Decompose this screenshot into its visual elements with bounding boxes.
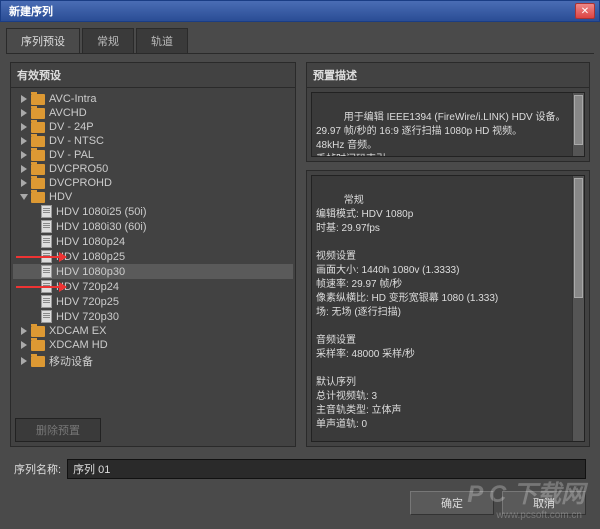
description-bottom-box: 常规 编辑模式: HDV 1080p 时基: 29.97fps 视频设置 画面大… [306,170,590,447]
scrollbar[interactable] [572,93,584,156]
tree-file[interactable]: HDV 1080i25 (50i) [13,204,293,219]
tree-item-label: DV - 24P [49,121,94,133]
tree-folder[interactable]: DV - NTSC [13,134,293,148]
description-top-box: 预置描述 用于编辑 IEEE1394 (FireWire/i.LINK) HDV… [306,62,590,162]
tree-item-label: XDCAM HD [49,339,108,351]
tree-item-label: DV - PAL [49,149,94,161]
tree-folder[interactable]: AVC-Intra [13,92,293,106]
tree-file[interactable]: HDV 1080i30 (60i) [13,219,293,234]
tree-folder[interactable]: 移动设备 [13,352,293,370]
tree-item-label: HDV 720p30 [56,311,119,323]
folder-icon [31,178,45,189]
description-summary: 用于编辑 IEEE1394 (FireWire/i.LINK) HDV 设备。 … [311,92,585,157]
preset-file-icon [41,295,52,308]
tree-item-label: HDV 720p25 [56,296,119,308]
preset-panel-title: 有效预设 [11,63,295,88]
tree-item-label: DV - NTSC [49,135,104,147]
disclosure-icon[interactable] [21,165,27,173]
scrollbar[interactable] [572,176,584,441]
preset-file-icon [41,220,52,233]
preset-file-icon [41,235,52,248]
tree-file[interactable]: HDV 1080p30 [13,264,293,279]
tree-folder[interactable]: DV - 24P [13,120,293,134]
preset-file-icon [41,205,52,218]
preset-file-icon [41,310,52,323]
ok-button[interactable]: 确定 [410,491,494,515]
dialog-body: 序列预设 常规 轨道 有效预设 AVC-Intra AVCHD DV - 24P DV… [0,22,600,529]
folder-icon [31,136,45,147]
disclosure-icon[interactable] [20,194,28,200]
tree-folder[interactable]: DVCPROHD [13,176,293,190]
folder-icon [31,340,45,351]
button-row: 确定 取消 [6,483,594,523]
disclosure-icon[interactable] [21,137,27,145]
disclosure-icon[interactable] [21,341,27,349]
disclosure-icon[interactable] [21,95,27,103]
tree-folder[interactable]: XDCAM EX [13,324,293,338]
disclosure-icon[interactable] [21,109,27,117]
tree-item-label: HDV 1080p30 [56,266,125,278]
close-button[interactable]: ✕ [575,3,595,19]
window-title: 新建序列 [5,3,53,19]
tree-item-label: AVCHD [49,107,87,119]
tree-item-label: DVCPROHD [49,177,112,189]
preset-tree-panel: 有效预设 AVC-Intra AVCHD DV - 24P DV - NTSC DV -… [10,62,296,447]
disclosure-icon[interactable] [21,123,27,131]
sequence-name-label: 序列名称: [14,461,61,477]
tab-preset[interactable]: 序列预设 [6,28,80,53]
annotation-arrow [16,256,66,258]
folder-icon [31,356,45,367]
tree-folder[interactable]: HDV [13,190,293,204]
tree-folder[interactable]: DVCPRO50 [13,162,293,176]
description-title: 预置描述 [307,63,589,88]
tree-file[interactable]: HDV 720p30 [13,309,293,324]
folder-icon [31,122,45,133]
tree-folder[interactable]: AVCHD [13,106,293,120]
folder-icon [31,94,45,105]
tree-file[interactable]: HDV 720p25 [13,294,293,309]
tree-item-label: HDV [49,191,72,203]
preset-tree[interactable]: AVC-Intra AVCHD DV - 24P DV - NTSC DV - PAL D… [11,88,295,414]
annotation-arrow [16,286,66,288]
description-details: 常规 编辑模式: HDV 1080p 时基: 29.97fps 视频设置 画面大… [311,175,585,442]
tree-item-label: HDV 1080i25 (50i) [56,206,147,218]
disclosure-icon[interactable] [21,179,27,187]
folder-icon [31,326,45,337]
tree-item-label: HDV 1080p24 [56,236,125,248]
content-area: 有效预设 AVC-Intra AVCHD DV - 24P DV - NTSC DV -… [6,54,594,455]
tab-general[interactable]: 常规 [82,28,134,53]
delete-preset-button[interactable]: 删除预置 [15,418,101,442]
tab-tracks[interactable]: 轨道 [136,28,188,53]
tree-item-label: 移动设备 [49,353,93,369]
folder-icon [31,108,45,119]
description-panel: 预置描述 用于编辑 IEEE1394 (FireWire/i.LINK) HDV… [306,62,590,447]
sequence-name-input[interactable] [67,459,586,479]
tree-folder[interactable]: XDCAM HD [13,338,293,352]
tree-item-label: AVC-Intra [49,93,96,105]
folder-icon [31,150,45,161]
disclosure-icon[interactable] [21,151,27,159]
folder-icon [31,164,45,175]
titlebar: 新建序列 ✕ [0,0,600,22]
tree-item-label: DVCPRO50 [49,163,108,175]
preset-file-icon [41,265,52,278]
disclosure-icon[interactable] [21,357,27,365]
tree-folder[interactable]: DV - PAL [13,148,293,162]
tree-item-label: XDCAM EX [49,325,106,337]
disclosure-icon[interactable] [21,327,27,335]
sequence-name-row: 序列名称: [6,455,594,483]
tree-item-label: HDV 1080i30 (60i) [56,221,147,233]
tab-bar: 序列预设 常规 轨道 [6,28,594,54]
tree-file[interactable]: HDV 1080p24 [13,234,293,249]
cancel-button[interactable]: 取消 [502,491,586,515]
folder-icon [31,192,45,203]
